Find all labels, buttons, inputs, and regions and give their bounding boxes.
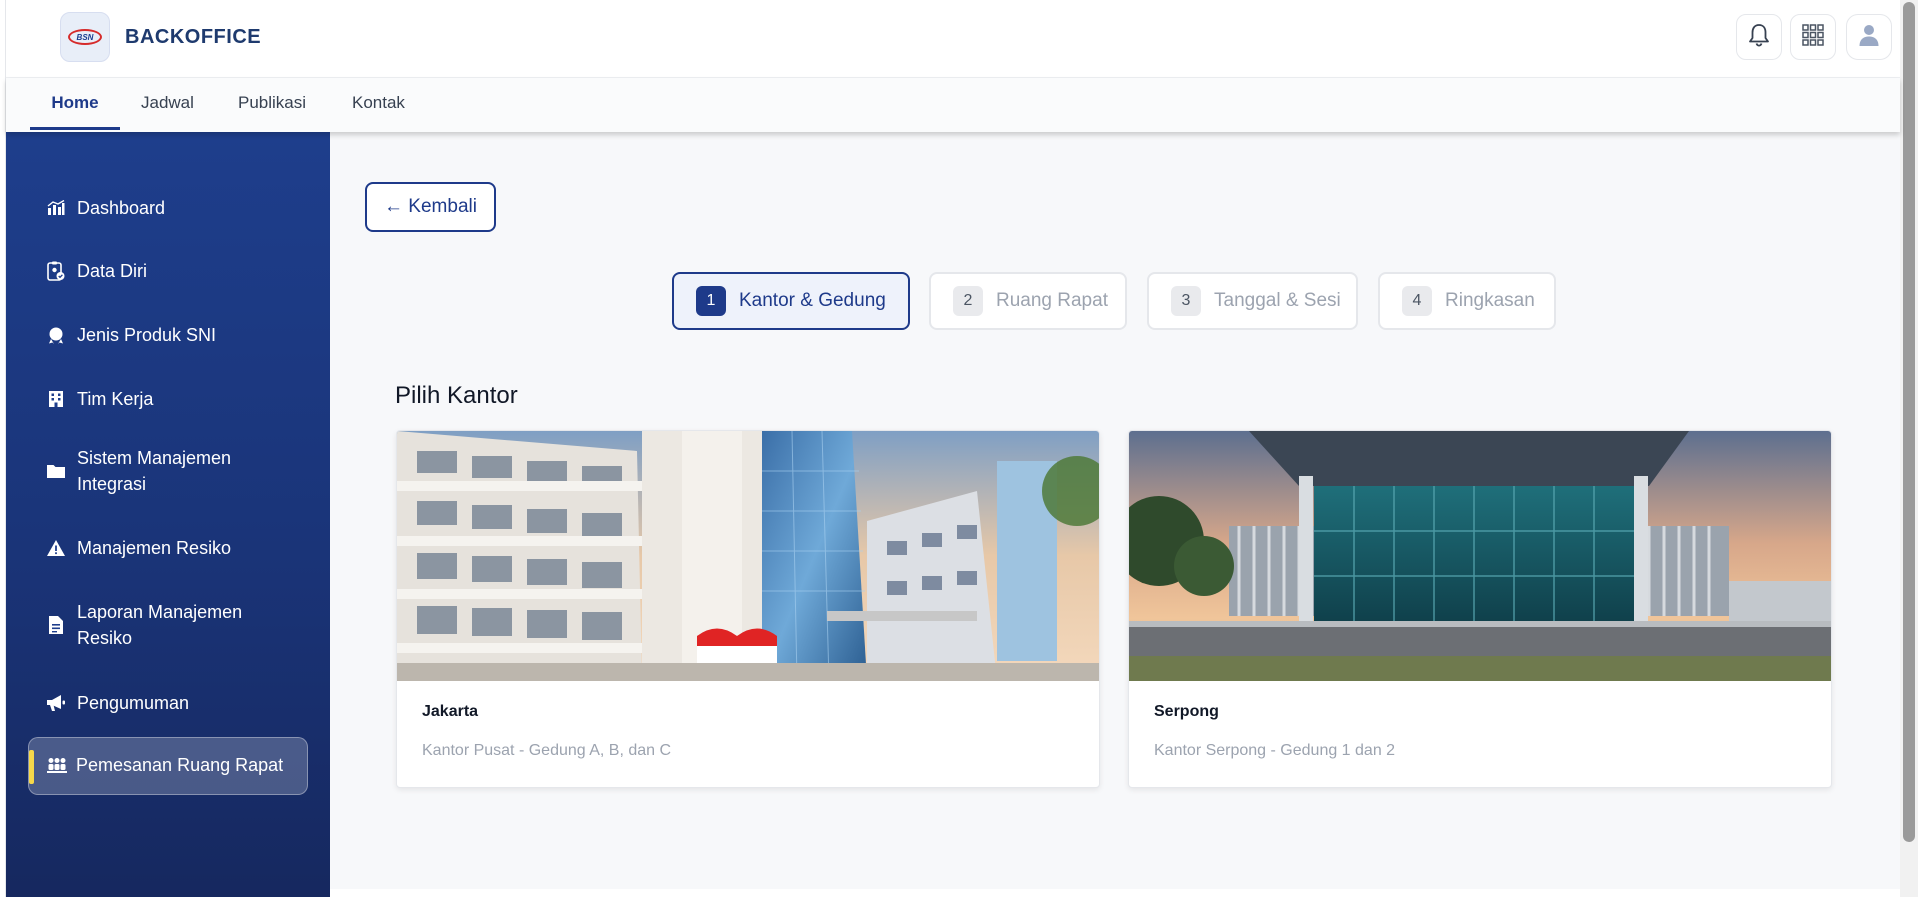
notification-button[interactable]	[1736, 14, 1782, 60]
step-number: 3	[1171, 286, 1201, 316]
office-name: Serpong	[1154, 703, 1219, 720]
office-name: Jakarta	[422, 703, 479, 720]
document-icon	[46, 615, 66, 635]
seal-icon	[46, 325, 66, 345]
megaphone-icon	[46, 693, 66, 713]
clipboard-user-icon	[46, 261, 66, 281]
scrollbar-thumb[interactable]	[1903, 2, 1915, 842]
sidebar-item-label: Tim Kerja	[77, 389, 154, 409]
sidebar-item-pemesanan-ruang-rapat[interactable]: Pemesanan Ruang Rapat	[28, 737, 308, 795]
step-ringkasan[interactable]: 4 Ringkasan	[1378, 272, 1556, 330]
office-photo-jakarta	[397, 431, 1099, 681]
office-description: Kantor Pusat - Gedung A, B, dan C	[422, 742, 672, 759]
office-card-serpong[interactable]: Serpong Kantor Serpong - Gedung 1 dan 2	[1128, 430, 1832, 788]
office-photo-serpong	[1129, 431, 1831, 681]
grid-icon	[1802, 23, 1824, 51]
bell-icon	[1748, 23, 1770, 52]
warning-icon	[46, 538, 66, 558]
sidebar-item-label: Pengumuman	[77, 693, 190, 713]
step-number: 4	[1402, 286, 1432, 316]
sidebar-item-pengumuman[interactable]: Pengumuman	[6, 682, 330, 724]
sidebar-item-dashboard[interactable]: Dashboard	[6, 187, 330, 229]
people-icon	[46, 757, 68, 780]
step-number: 2	[953, 286, 983, 316]
logo[interactable]: BSN	[60, 12, 110, 62]
sidebar-item-sistem-manajemen-integrasi[interactable]: Sistem Manajemen Integrasi	[6, 443, 330, 499]
brand-title: BACKOFFICE	[125, 26, 262, 48]
step-tanggal-sesi[interactable]: 3 Tanggal & Sesi	[1147, 272, 1358, 330]
step-ruang-rapat[interactable]: 2 Ruang Rapat	[929, 272, 1127, 330]
sidebar-item-label: Sistem Manajemen Integrasi	[77, 448, 232, 494]
apps-button[interactable]	[1790, 14, 1836, 60]
user-icon	[1858, 23, 1880, 52]
section-title: Pilih Kantor	[395, 382, 518, 409]
sidebar-item-tim-kerja[interactable]: Tim Kerja	[6, 378, 330, 420]
nav-jadwal[interactable]: Jadwal	[141, 78, 194, 130]
step-label: Tanggal & Sesi	[1214, 290, 1341, 311]
step-label: Ringkasan	[1445, 290, 1535, 311]
nav-kontak[interactable]: Kontak	[352, 78, 405, 130]
back-button[interactable]: ← Kembali	[365, 182, 496, 232]
top-header: BSN BACKOFFICE	[6, 0, 1900, 78]
office-description: Kantor Serpong - Gedung 1 dan 2	[1154, 742, 1396, 759]
folder-icon	[46, 461, 66, 481]
sidebar-item-label: Data Diri	[77, 261, 148, 281]
profile-button[interactable]	[1846, 14, 1892, 60]
step-kantor-gedung[interactable]: 1 Kantor & Gedung	[672, 272, 910, 330]
office-card-jakarta[interactable]: Jakarta Kantor Pusat - Gedung A, B, dan …	[396, 430, 1100, 788]
step-label: Kantor & Gedung	[739, 290, 886, 311]
step-label: Ruang Rapat	[996, 290, 1108, 311]
main-nav: Home Jadwal Publikasi Kontak	[6, 78, 1900, 132]
nav-publikasi[interactable]: Publikasi	[238, 78, 306, 130]
nav-home[interactable]: Home	[30, 78, 120, 130]
chart-icon	[46, 198, 66, 218]
sidebar-item-label: Laporan Manajemen Resiko	[77, 602, 243, 648]
sidebar-item-data-diri[interactable]: Data Diri	[6, 250, 330, 292]
sidebar-item-laporan-manajemen-resiko[interactable]: Laporan Manajemen Resiko	[6, 597, 330, 653]
sidebar-item-jenis-produk-sni[interactable]: Jenis Produk SNI	[6, 314, 330, 356]
sidebar-item-label: Dashboard	[77, 198, 166, 218]
logo-mark: BSN	[68, 29, 102, 45]
sidebar-item-manajemen-resiko[interactable]: Manajemen Resiko	[6, 527, 330, 569]
main-content: ← Kembali 1 Kantor & Gedung 2 Ruang Rapa…	[330, 132, 1900, 889]
building-icon	[46, 389, 66, 409]
sidebar-item-label: Manajemen Resiko	[77, 538, 232, 558]
sidebar-item-label: Pemesanan Ruang Rapat	[76, 755, 284, 775]
sidebar-item-label: Jenis Produk SNI	[77, 325, 217, 345]
step-number: 1	[696, 286, 726, 316]
active-indicator	[29, 750, 34, 784]
